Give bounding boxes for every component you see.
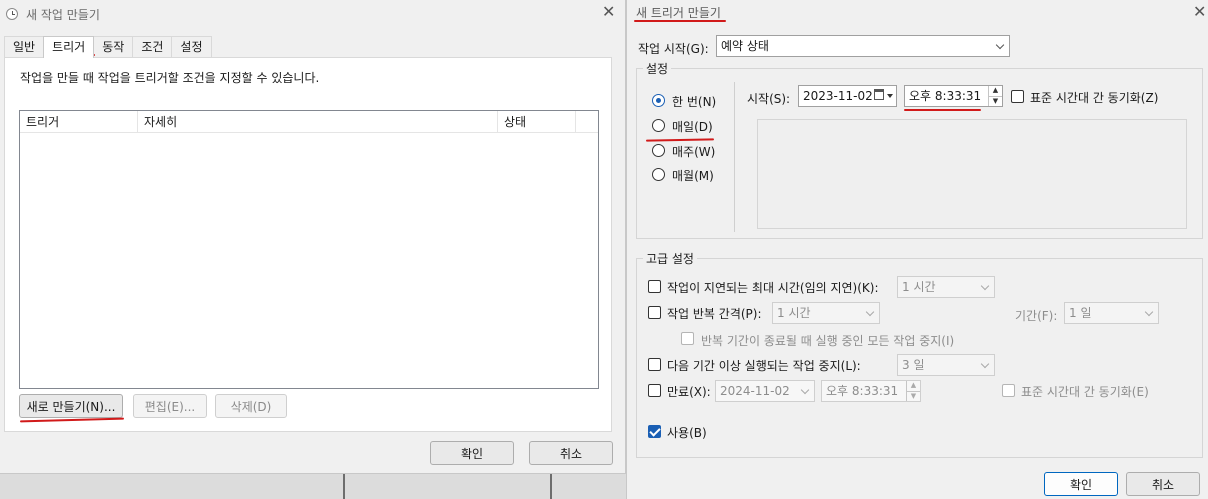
close-icon[interactable]: ✕: [1193, 4, 1206, 20]
start-date-value: 2023-11-02: [803, 89, 873, 103]
new-trigger-dialog: 새 트리거 만들기 ✕ 작업 시작(G): 예약 상태 설정 한 번(N) 매일…: [626, 0, 1208, 499]
chevron-down-icon: [980, 359, 990, 369]
stop-longer-select[interactable]: 3 일: [897, 354, 995, 376]
time-spinner[interactable]: ▲ ▼: [906, 381, 920, 401]
annotation-underline: [634, 20, 726, 22]
tab-triggers[interactable]: 트리거: [43, 36, 95, 58]
sync-timezone-label[interactable]: 표준 시간대 간 동기화(Z): [1030, 89, 1158, 106]
task-scheduler-icon: [6, 8, 18, 20]
annotation-underline: [904, 109, 981, 111]
chevron-down-icon: [800, 385, 810, 395]
spin-up-icon[interactable]: ▲: [989, 86, 1002, 96]
column-trigger[interactable]: 트리거: [20, 111, 138, 132]
delete-trigger-button[interactable]: 삭제(D): [215, 394, 287, 418]
radio-monthly-label[interactable]: 매월(M): [672, 167, 714, 184]
repeat-interval-select[interactable]: 1 시간: [772, 302, 880, 324]
title-bar: 새 작업 만들기: [0, 0, 625, 28]
spin-up-icon[interactable]: ▲: [907, 381, 920, 391]
spin-down-icon[interactable]: ▼: [907, 390, 920, 402]
settings-group-title: 설정: [643, 60, 672, 77]
chevron-down-icon: [1144, 307, 1154, 317]
stop-longer-label[interactable]: 다음 기간 이상 실행되는 작업 중지(L):: [667, 357, 861, 374]
delay-checkbox[interactable]: [648, 280, 661, 293]
radio-weekly[interactable]: [652, 144, 665, 157]
start-label: 시작(S):: [747, 92, 791, 106]
repeat-checkbox[interactable]: [648, 306, 661, 319]
background-divider: [343, 470, 345, 499]
panel-description: 작업을 만들 때 작업을 트리거할 조건을 지정할 수 있습니다.: [20, 71, 320, 85]
duration-select[interactable]: 1 일: [1064, 302, 1159, 324]
dialog-title: 새 작업 만들기: [26, 7, 100, 22]
radio-weekly-label[interactable]: 매주(W): [672, 143, 715, 160]
tab-actions[interactable]: 동작: [93, 36, 134, 57]
sync-timezone-checkbox[interactable]: [1011, 90, 1024, 103]
chevron-down-icon: [887, 94, 893, 98]
radio-once[interactable]: [652, 94, 665, 107]
stop-all-label[interactable]: 반복 기간이 종료될 때 실행 중인 모든 작업 중지(I): [701, 332, 954, 349]
cancel-button[interactable]: 취소: [1126, 472, 1200, 496]
new-trigger-button[interactable]: 새로 만들기(N)...: [19, 394, 123, 418]
time-spinner[interactable]: ▲ ▼: [988, 86, 1002, 106]
expire-time-value: 오후 8:33:31: [826, 384, 899, 398]
stop-longer-checkbox[interactable]: [648, 358, 661, 371]
radio-daily[interactable]: [652, 119, 665, 132]
enabled-label[interactable]: 사용(B): [667, 424, 707, 441]
begin-task-select[interactable]: 예약 상태: [716, 35, 1010, 57]
expire-date-value: 2024-11-02: [720, 384, 790, 398]
dialog-title: 새 트리거 만들기: [636, 6, 721, 20]
expire-sync-label[interactable]: 표준 시간대 간 동기화(E): [1021, 383, 1149, 400]
chevron-down-icon: [995, 40, 1005, 50]
stop-longer-value: 3 일: [902, 358, 925, 372]
triggers-panel: 작업을 만들 때 작업을 트리거할 조건을 지정할 수 있습니다. 트리거 자세…: [4, 57, 612, 432]
cancel-button[interactable]: 취소: [529, 441, 613, 465]
repeat-label[interactable]: 작업 반복 간격(P):: [667, 305, 762, 322]
begin-task-value: 예약 상태: [721, 39, 769, 53]
close-icon[interactable]: ✕: [602, 4, 615, 20]
expire-label[interactable]: 만료(X):: [667, 383, 711, 400]
expire-time-field[interactable]: 오후 8:33:31 ▲ ▼: [821, 380, 921, 402]
radio-monthly[interactable]: [652, 168, 665, 181]
duration-label: 기간(F):: [1015, 309, 1058, 323]
begin-task-label: 작업 시작(G):: [638, 42, 709, 56]
tab-settings[interactable]: 설정: [171, 36, 212, 57]
advanced-group-title: 고급 설정: [643, 250, 697, 267]
spin-down-icon[interactable]: ▼: [989, 95, 1002, 107]
edit-trigger-button[interactable]: 편집(E)...: [133, 394, 207, 418]
recurrence-options-area: [757, 119, 1187, 229]
background-divider: [550, 470, 552, 499]
new-task-dialog: 새 작업 만들기 ✕ 일반 트리거 동작 조건 설정 작업을 만들 때 작업을 …: [0, 0, 626, 474]
repeat-value: 1 시간: [777, 306, 811, 320]
settings-divider: [734, 82, 735, 232]
stop-all-checkbox[interactable]: [681, 332, 694, 345]
delay-label[interactable]: 작업이 지연되는 최대 시간(임의 지연)(K):: [667, 279, 879, 296]
expire-sync-checkbox[interactable]: [1002, 384, 1015, 397]
start-time-value: 오후 8:33:31: [909, 89, 982, 103]
expire-checkbox[interactable]: [648, 384, 661, 397]
expire-date-picker[interactable]: 2024-11-02: [715, 380, 815, 402]
column-status[interactable]: 상태: [498, 111, 576, 132]
tab-general[interactable]: 일반: [4, 36, 45, 57]
calendar-icon: [874, 89, 884, 100]
radio-daily-label[interactable]: 매일(D): [672, 118, 713, 135]
list-header: 트리거 자세히 상태: [20, 111, 598, 133]
column-details[interactable]: 자세히: [138, 111, 498, 132]
start-date-picker[interactable]: 2023-11-02: [798, 85, 897, 107]
ok-button[interactable]: 확인: [1044, 472, 1118, 496]
trigger-list[interactable]: 트리거 자세히 상태: [19, 110, 599, 389]
ok-button[interactable]: 확인: [430, 441, 514, 465]
delay-value: 1 시간: [902, 280, 936, 294]
delay-select[interactable]: 1 시간: [897, 276, 995, 298]
tab-strip: 일반 트리거 동작 조건 설정: [4, 36, 212, 58]
tab-conditions[interactable]: 조건: [132, 36, 173, 57]
enabled-checkbox[interactable]: [648, 425, 661, 438]
start-time-field[interactable]: 오후 8:33:31 ▲ ▼: [904, 85, 1003, 107]
duration-value: 1 일: [1069, 306, 1092, 320]
chevron-down-icon: [865, 307, 875, 317]
radio-once-label[interactable]: 한 번(N): [672, 93, 716, 110]
chevron-down-icon: [980, 281, 990, 291]
